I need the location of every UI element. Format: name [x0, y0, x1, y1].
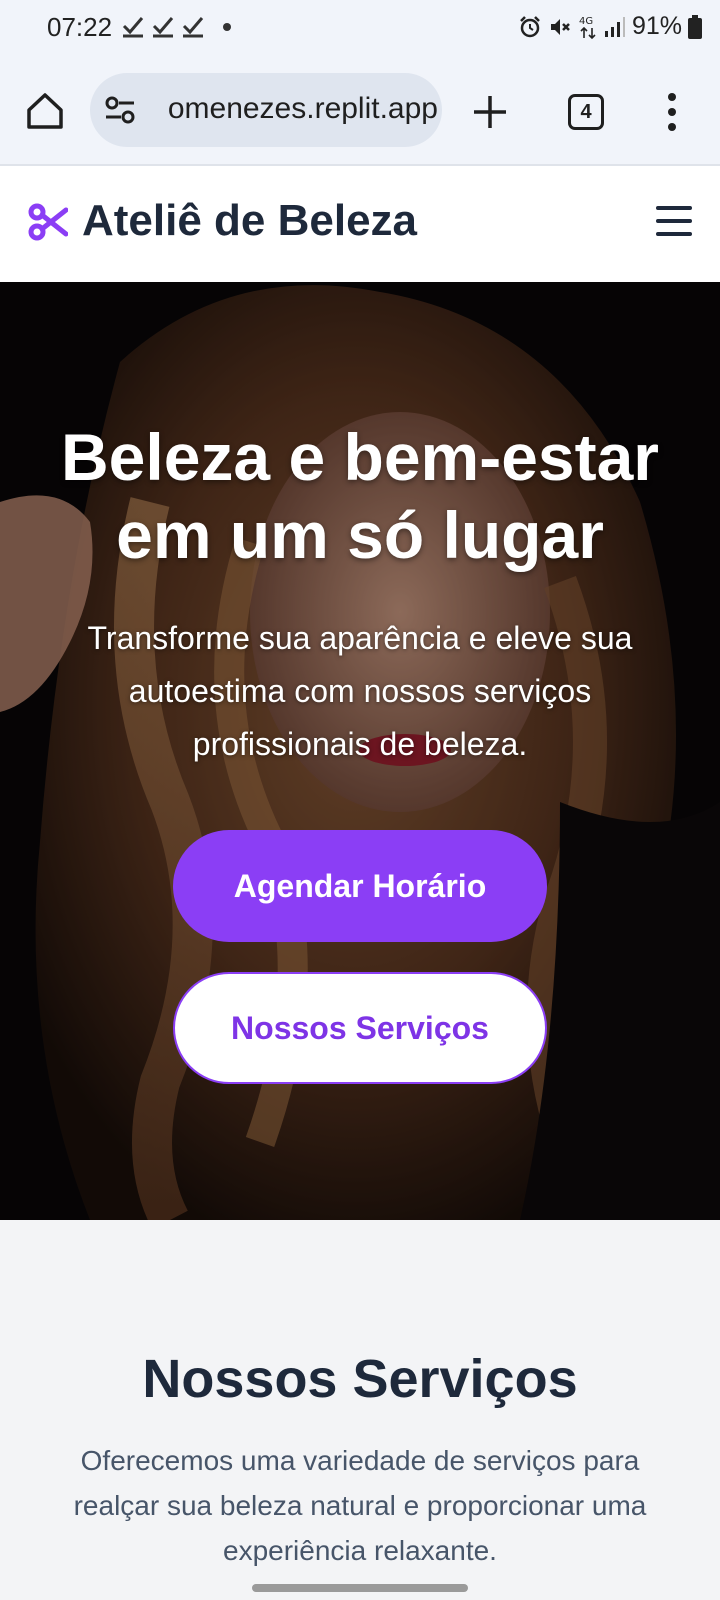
- browser-toolbar: omenezes.replit.app 4: [0, 56, 720, 166]
- gesture-navigation-bar[interactable]: [252, 1584, 468, 1592]
- notification-icons: [122, 14, 204, 38]
- check-icon: [182, 17, 204, 38]
- new-tab-icon[interactable]: [470, 92, 510, 132]
- book-appointment-button[interactable]: Agendar Horário: [173, 830, 547, 942]
- status-bar: 07:22 4G 91%: [0, 0, 720, 56]
- scissors-icon: [28, 203, 68, 241]
- status-indicators: 4G 91%: [518, 12, 702, 41]
- services-description: Oferecemos uma variedade de serviços par…: [73, 1445, 647, 1566]
- 4g-icon: 4G: [579, 16, 596, 39]
- check-icon: [152, 17, 174, 38]
- home-icon[interactable]: [24, 90, 66, 132]
- hamburger-menu-icon[interactable]: [656, 206, 692, 240]
- dot-icon: [223, 23, 231, 31]
- battery-icon: [688, 14, 702, 39]
- site-settings-icon[interactable]: [104, 95, 136, 125]
- svg-text:4G: 4G: [579, 16, 593, 27]
- battery-percentage: 91%: [631, 12, 682, 40]
- our-services-button[interactable]: Nossos Serviços: [173, 972, 547, 1084]
- site-brand[interactable]: Ateliê de Beleza: [82, 196, 417, 246]
- services-title: Nossos Serviços: [142, 1349, 578, 1409]
- mute-icon: [550, 18, 570, 35]
- signal-icon: [604, 16, 625, 37]
- services-section: Nossos Serviços Oferecemos uma variedade…: [0, 1220, 720, 1600]
- check-icon: [122, 17, 144, 38]
- hero-subtitle: Transforme sua aparência e eleve sua aut…: [87, 620, 633, 762]
- hero-title: Beleza e bem-estar em um só lugar: [61, 420, 659, 572]
- status-time: 07:22: [47, 12, 113, 42]
- address-bar[interactable]: omenezes.replit.app: [90, 73, 442, 147]
- url-text[interactable]: omenezes.replit.app: [148, 92, 438, 126]
- more-options-icon[interactable]: [666, 92, 678, 132]
- site-header: Ateliê de Beleza: [0, 166, 720, 282]
- hero-section: Beleza e bem-estar em um só lugar Transf…: [0, 282, 720, 1220]
- tab-switcher-button[interactable]: 4: [568, 94, 604, 130]
- alarm-icon: [520, 15, 540, 37]
